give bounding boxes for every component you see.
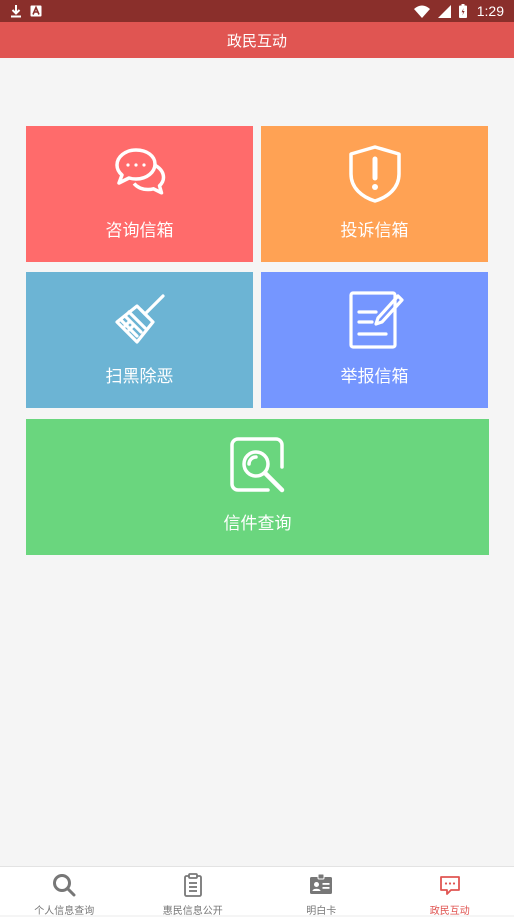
report-mailbox-tile[interactable]: 举报信箱 bbox=[261, 272, 488, 408]
clipboard-icon bbox=[182, 873, 204, 901]
complaint-mailbox-label: 投诉信箱 bbox=[261, 216, 488, 241]
letter-query-label: 信件查询 bbox=[26, 509, 489, 534]
nav-info-card[interactable]: 明白卡 bbox=[257, 867, 386, 915]
nav-label: 个人信息查询 bbox=[34, 902, 94, 917]
anti-gang-label: 扫黑除恶 bbox=[26, 362, 253, 387]
nav-public-info[interactable]: 惠民信息公开 bbox=[129, 867, 258, 915]
id-card-icon bbox=[309, 873, 333, 901]
consult-mailbox-label: 咨询信箱 bbox=[26, 216, 253, 241]
chat-bubbles-icon bbox=[112, 144, 168, 204]
shield-alert-icon bbox=[347, 144, 403, 208]
broom-icon bbox=[111, 290, 169, 352]
nav-label: 明白卡 bbox=[306, 902, 336, 917]
document-edit-icon bbox=[346, 290, 404, 354]
complaint-mailbox-tile[interactable]: 投诉信箱 bbox=[261, 126, 488, 262]
report-mailbox-label: 举报信箱 bbox=[261, 362, 488, 387]
letter-query-tile[interactable]: 信件查询 bbox=[26, 419, 489, 555]
search-icon bbox=[52, 873, 76, 901]
nav-label: 惠民信息公开 bbox=[163, 902, 223, 917]
nav-gov-interaction[interactable]: 政民互动 bbox=[386, 867, 514, 915]
bottom-nav: 个人信息查询 惠民信息公开 明白卡 bbox=[0, 866, 514, 915]
search-document-icon bbox=[228, 437, 288, 497]
anti-gang-tile[interactable]: 扫黑除恶 bbox=[26, 272, 253, 408]
nav-personal-info-query[interactable]: 个人信息查询 bbox=[0, 867, 129, 915]
consult-mailbox-tile[interactable]: 咨询信箱 bbox=[26, 126, 253, 262]
message-icon bbox=[438, 873, 462, 901]
nav-label: 政民互动 bbox=[430, 902, 470, 917]
tile-grid: 咨询信箱 投诉信箱 扫黑除恶 bbox=[0, 0, 514, 914]
